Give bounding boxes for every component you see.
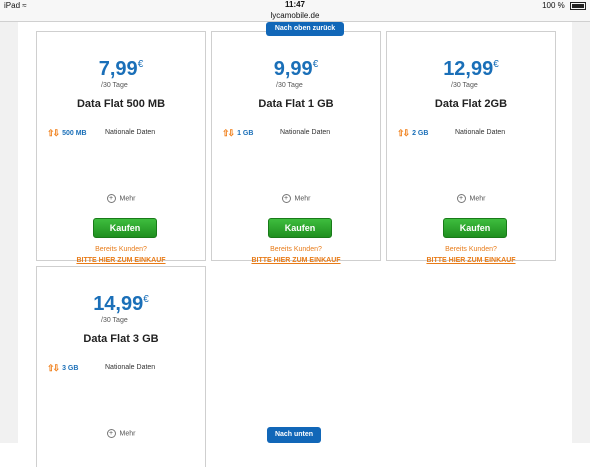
plan-price: 7,99€	[98, 58, 144, 80]
plan-name: Data Flat 500 MB	[76, 98, 166, 110]
plan-period: /30 Tage	[276, 82, 303, 89]
plan-period: /30 Tage	[101, 82, 128, 89]
battery-percent: 100 %	[542, 1, 565, 10]
status-right: 100 %	[542, 1, 586, 10]
plan-period: /30 Tage	[101, 317, 128, 324]
data-amount: 2 GB	[412, 130, 429, 138]
scroll-down-button[interactable]: Nach unten	[267, 427, 321, 443]
data-amount: 500 MB	[62, 130, 87, 138]
orange-up-down-arrows-icon: ⇧⇩	[397, 128, 410, 138]
page-content: 7,99€ /30 Tage Data Flat 500 MB ⇧⇩ 500 MB…	[0, 22, 590, 467]
feature-label: Nationale Daten	[105, 129, 156, 136]
plan-name: Data Flat 2GB	[434, 98, 508, 110]
plan-card-2gb: 12,99€ /30 Tage Data Flat 2GB ⇧⇩ 2 GB Nat…	[386, 31, 556, 264]
more-link[interactable]: + Mehr	[212, 194, 380, 203]
login-purchase-link[interactable]: BITTE HIER ZUM EINKAUF	[387, 257, 555, 264]
status-bar: iPad ≈ 11:47 100 %	[0, 0, 590, 11]
plan-price: 9,99€	[273, 58, 319, 80]
url-text: lycamobile.de	[270, 11, 320, 20]
plan-price: 14,99€	[93, 293, 149, 315]
feature-label: Nationale Daten	[105, 364, 156, 371]
plan-feature: ⇧⇩ 2 GB Nationale Daten	[397, 128, 505, 139]
orange-up-down-arrows-icon: ⇧⇩	[47, 363, 60, 373]
existing-customer-text: Bereits Kunden?	[445, 246, 497, 253]
left-margin	[0, 22, 18, 443]
orange-up-down-arrows-icon: ⇧⇩	[222, 128, 235, 138]
plus-circle-icon: +	[106, 194, 116, 203]
address-bar[interactable]: lycamobile.de	[0, 11, 590, 22]
scroll-to-top-button[interactable]: Nach oben zurück	[266, 22, 344, 36]
plan-period: /30 Tage	[451, 82, 478, 89]
plan-name: Data Flat 1 GB	[258, 98, 334, 110]
plan-feature: ⇧⇩ 500 MB Nationale Daten	[47, 128, 155, 139]
feature-label: Nationale Daten	[280, 129, 331, 136]
existing-customer-text: Bereits Kunden?	[95, 246, 147, 253]
buy-button[interactable]: Kaufen	[443, 218, 507, 238]
status-time: 11:47	[284, 0, 306, 9]
plan-card-1gb: 9,99€ /30 Tage Data Flat 1 GB ⇧⇩ 1 GB Nat…	[211, 31, 381, 264]
more-link[interactable]: + Mehr	[37, 194, 205, 203]
plan-card-500mb: 7,99€ /30 Tage Data Flat 500 MB ⇧⇩ 500 MB…	[36, 31, 206, 264]
data-amount: 1 GB	[237, 130, 254, 138]
more-link[interactable]: + Mehr	[37, 429, 205, 438]
buy-button[interactable]: Kaufen	[93, 218, 157, 238]
data-amount: 3 GB	[62, 365, 79, 373]
right-margin	[572, 22, 590, 443]
plan-feature: ⇧⇩ 3 GB Nationale Daten	[47, 363, 155, 374]
login-purchase-link[interactable]: BITTE HIER ZUM EINKAUF	[212, 257, 380, 264]
plus-circle-icon: +	[281, 194, 291, 203]
feature-label: Nationale Daten	[455, 129, 506, 136]
plan-price: 12,99€	[443, 58, 499, 80]
buy-button[interactable]: Kaufen	[268, 218, 332, 238]
login-purchase-link[interactable]: BITTE HIER ZUM EINKAUF	[37, 257, 205, 264]
plan-name: Data Flat 3 GB	[83, 333, 159, 345]
existing-customer-text: Bereits Kunden?	[270, 246, 322, 253]
plus-circle-icon: +	[456, 194, 466, 203]
more-link[interactable]: + Mehr	[387, 194, 555, 203]
plan-feature: ⇧⇩ 1 GB Nationale Daten	[222, 128, 330, 139]
plus-circle-icon: +	[106, 429, 116, 438]
battery-icon	[570, 1, 586, 10]
orange-up-down-arrows-icon: ⇧⇩	[47, 128, 60, 138]
plan-card-3gb: 14,99€ /30 Tage Data Flat 3 GB ⇧⇩ 3 GB Na…	[36, 266, 206, 467]
